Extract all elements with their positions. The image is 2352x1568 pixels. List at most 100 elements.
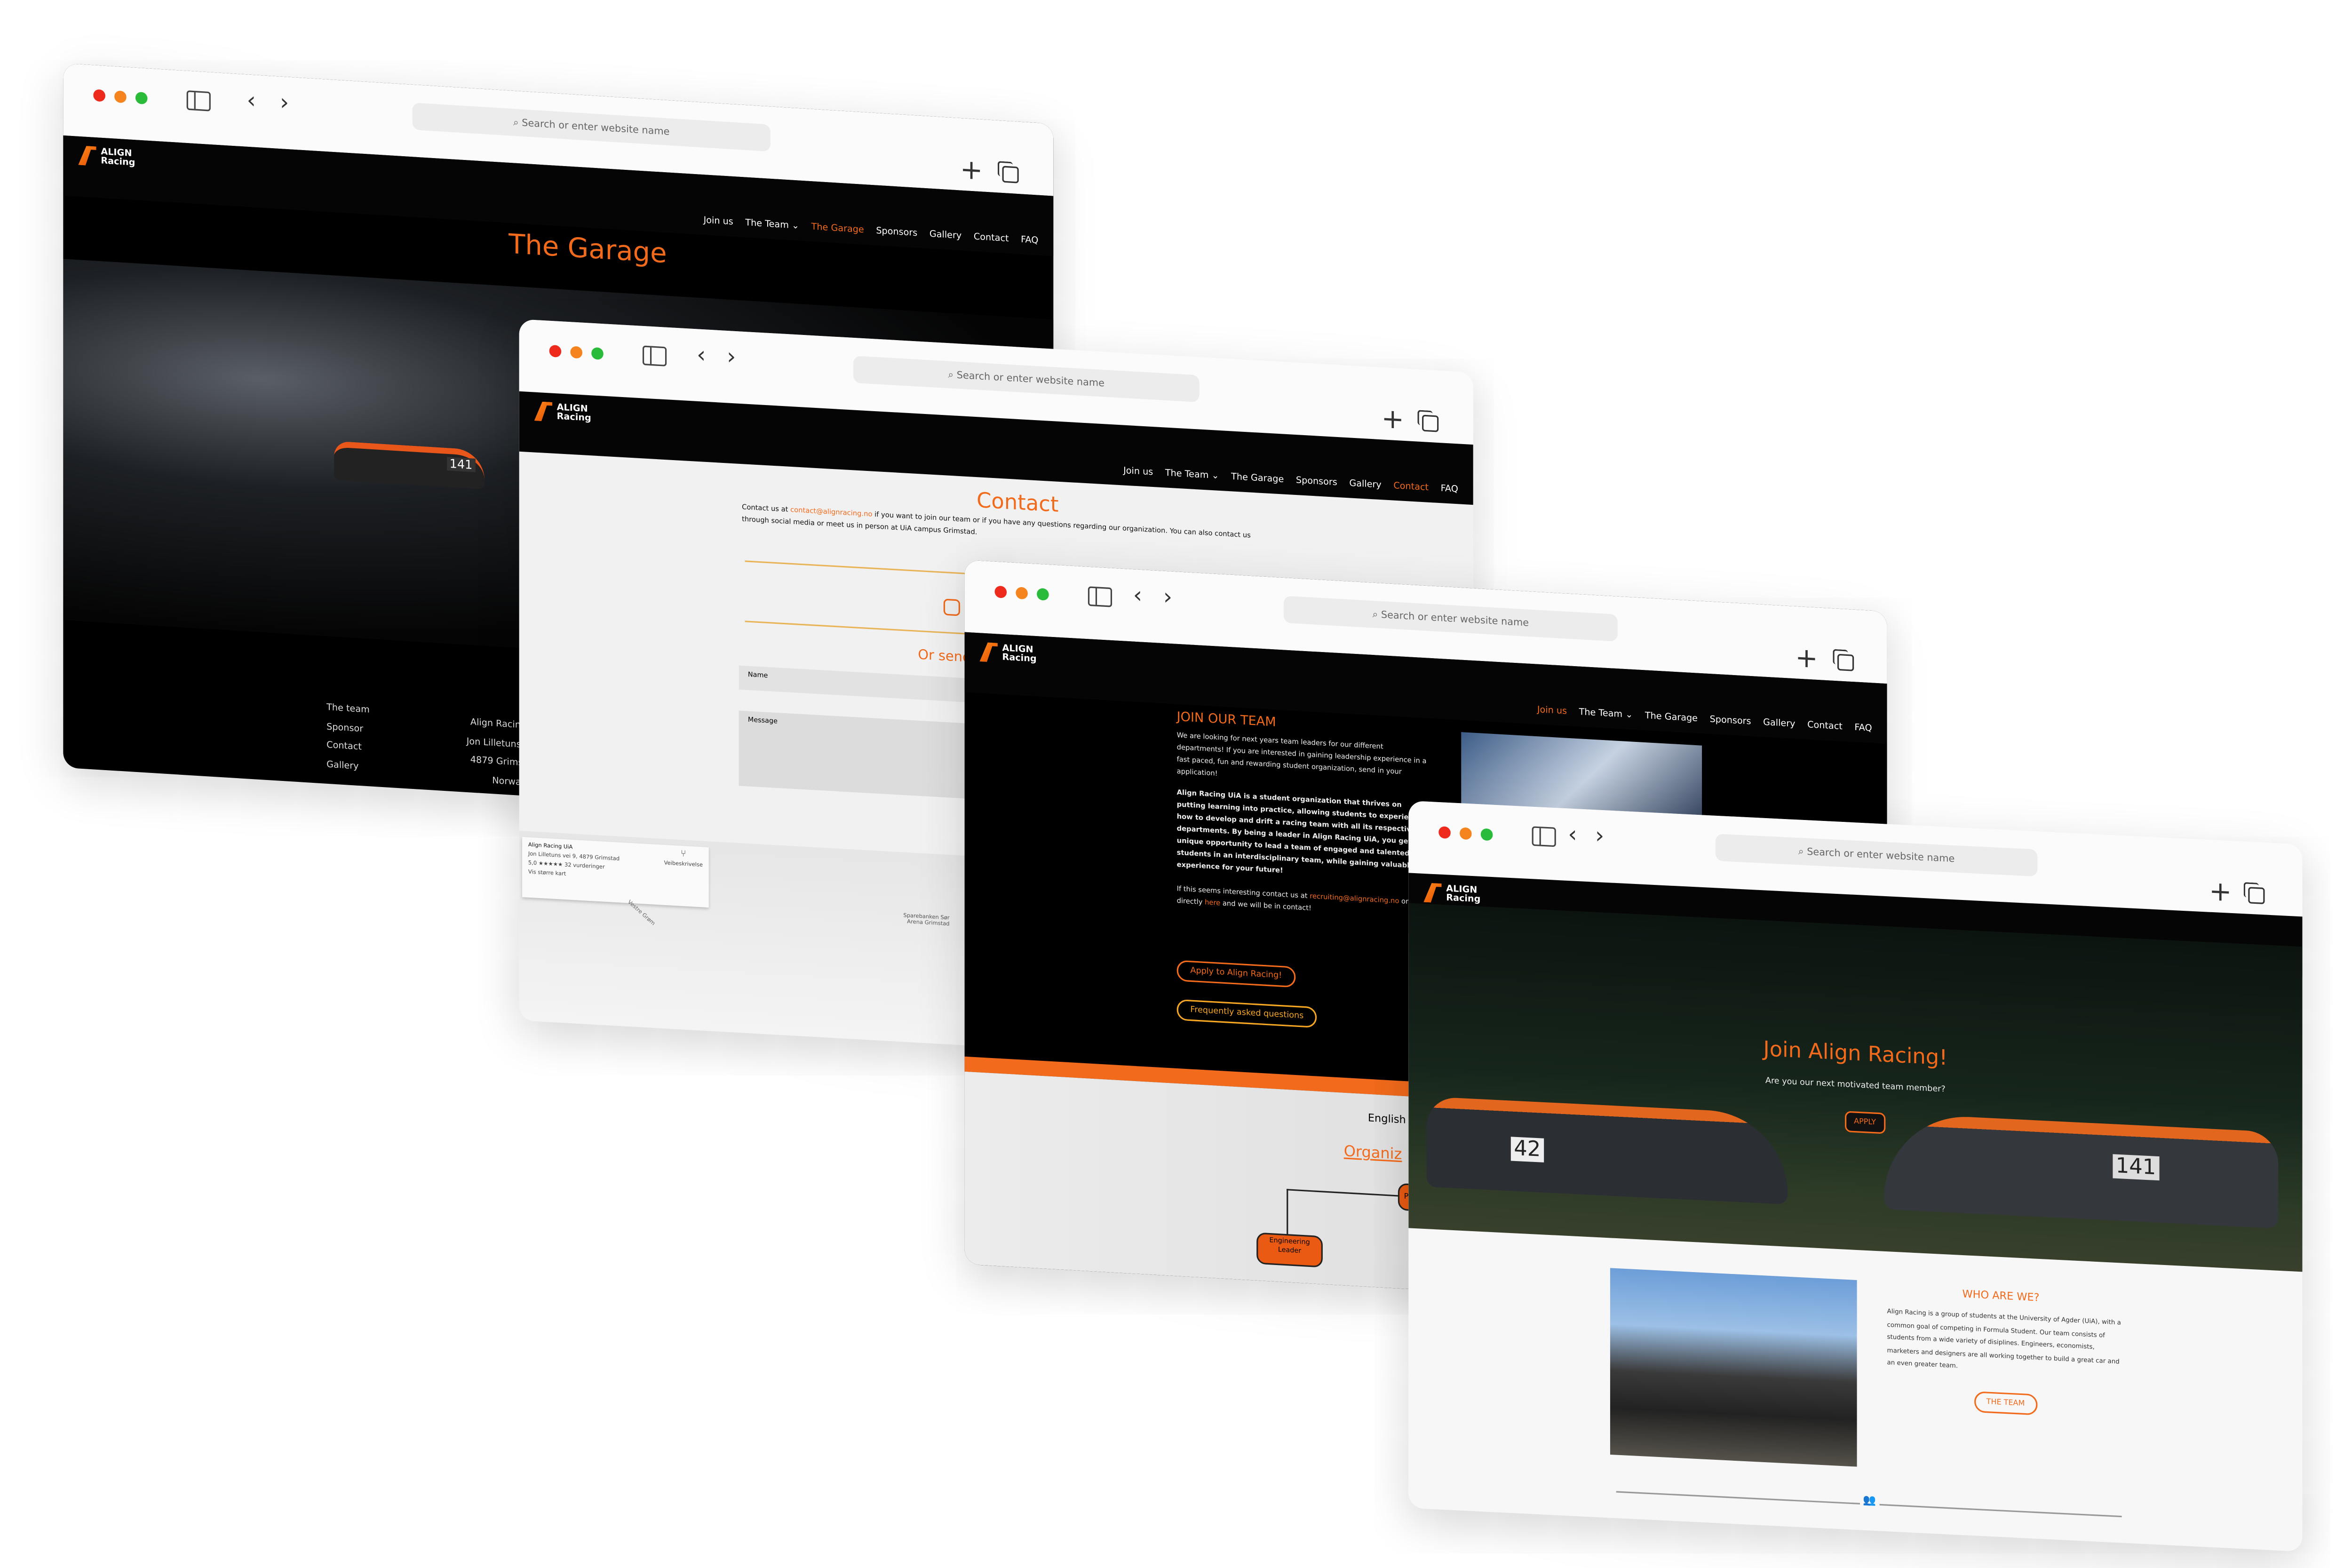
nav-the-team[interactable]: The Team ⌄ — [745, 218, 799, 231]
org-connector — [1287, 1189, 1409, 1242]
forward-icon[interactable]: › — [280, 88, 289, 116]
forward-icon[interactable]: › — [727, 342, 736, 370]
footer-link-sponsor[interactable]: Sponsor — [326, 718, 370, 740]
address-bar[interactable]: ⌕ Search or enter website name — [1715, 834, 2038, 877]
new-tab-icon[interactable]: + — [2209, 876, 2232, 909]
nav-faq[interactable]: FAQ — [1021, 235, 1038, 247]
nav-contact[interactable]: Contact — [1807, 720, 1843, 732]
nav-join-us[interactable]: Join us — [1537, 705, 1567, 717]
nav-the-team[interactable]: The Team ⌄ — [1165, 468, 1219, 482]
org-node-engineering: Engineering Leader — [1256, 1232, 1323, 1268]
logo-mark — [78, 145, 96, 166]
minimize-button[interactable] — [114, 90, 127, 103]
nav-the-garage[interactable]: The Garage — [811, 222, 864, 236]
nav-contact[interactable]: Contact — [1393, 481, 1429, 493]
apply-button[interactable]: Apply to Align Racing! — [1176, 960, 1296, 988]
new-tab-icon[interactable]: + — [1382, 403, 1404, 436]
nav-faq[interactable]: FAQ — [1441, 484, 1458, 495]
forward-icon[interactable]: › — [1163, 583, 1172, 611]
hero-car-right: 141 — [1884, 1113, 2279, 1229]
browser-window-home: ‹ › ⌕ Search or enter website name + ALIG… — [1408, 800, 2303, 1552]
tabs-icon[interactable] — [2248, 887, 2265, 905]
minimize-button[interactable] — [570, 346, 583, 359]
nav-gallery[interactable]: Gallery — [1763, 717, 1795, 730]
footer-links: The team Sponsor Contact Gallery — [326, 700, 370, 778]
contact-email-link[interactable]: contact@alignracing.no — [790, 507, 872, 519]
zoom-button[interactable] — [135, 91, 148, 105]
back-icon[interactable]: ‹ — [697, 341, 706, 369]
tabs-icon[interactable] — [1837, 653, 1854, 671]
nav-join-us[interactable]: Join us — [704, 215, 733, 228]
search-icon: ⌕ — [513, 116, 522, 129]
footer-link-gallery[interactable]: Gallery — [326, 756, 370, 778]
language-selector[interactable]: English — [1368, 1112, 1406, 1126]
the-team-button[interactable]: THE TEAM — [1974, 1391, 2037, 1416]
back-icon[interactable]: ‹ — [1568, 820, 1577, 848]
address-bar[interactable]: ⌕ Search or enter website name — [853, 356, 1200, 402]
nav-gallery[interactable]: Gallery — [1349, 478, 1381, 491]
logo[interactable]: ALIGN Racing — [534, 401, 591, 424]
logo[interactable]: ALIGN Racing — [1423, 883, 1480, 905]
nav-sponsors[interactable]: Sponsors — [1296, 475, 1337, 488]
tabs-icon[interactable] — [1002, 166, 1019, 183]
faq-button[interactable]: Frequently asked questions — [1176, 999, 1318, 1028]
nav-the-garage[interactable]: The Garage — [1231, 472, 1284, 486]
minimize-button[interactable] — [1460, 827, 1472, 840]
close-button[interactable] — [1438, 826, 1451, 839]
nav-sponsors[interactable]: Sponsors — [1710, 715, 1751, 727]
close-button[interactable] — [994, 585, 1007, 598]
directions-icon: ⑂ — [680, 849, 686, 860]
logo-mark — [534, 401, 552, 422]
map-poi[interactable]: Sparebanken Sør Arena Grimstad — [890, 912, 949, 927]
logo[interactable]: ALIGN Racing — [980, 642, 1037, 665]
search-icon: ⌕ — [1798, 845, 1807, 858]
sidebar-icon[interactable] — [186, 90, 211, 111]
nav-join-us[interactable]: Join us — [1123, 466, 1153, 478]
footer-link-team[interactable]: The team — [326, 700, 370, 721]
zoom-button[interactable] — [591, 347, 604, 360]
tabs-icon[interactable] — [1422, 414, 1439, 432]
sidebar-icon[interactable] — [642, 345, 667, 366]
new-tab-icon[interactable]: + — [1795, 643, 1818, 676]
footer-link-contact[interactable]: Contact — [326, 737, 370, 759]
main-nav: Join us The Team ⌄ The Garage Sponsors Galle… — [704, 215, 1039, 247]
directions-button[interactable]: ⑂ Veibeskrivelse — [664, 849, 703, 869]
race-car: 141 — [334, 441, 485, 490]
sidebar-icon[interactable] — [1532, 826, 1556, 847]
zoom-button[interactable] — [1480, 828, 1493, 841]
address-bar[interactable]: ⌕ Search or enter website name — [412, 103, 771, 152]
nav-faq[interactable]: FAQ — [1854, 723, 1872, 734]
back-icon[interactable]: ‹ — [1133, 581, 1142, 609]
nav-gallery[interactable]: Gallery — [930, 229, 961, 242]
nav-the-team[interactable]: The Team ⌄ — [1579, 707, 1633, 721]
org-title: Organiz — [1343, 1144, 1402, 1164]
who-text: Align Racing is a group of students at t… — [1887, 1307, 2121, 1369]
nav-the-garage[interactable]: The Garage — [1645, 711, 1698, 724]
forward-icon[interactable]: › — [1595, 822, 1604, 850]
nav-sponsors[interactable]: Sponsors — [876, 226, 917, 239]
new-tab-icon[interactable]: + — [960, 154, 983, 187]
search-icon: ⌕ — [1372, 608, 1381, 621]
logo[interactable]: ALIGN Racing — [78, 145, 135, 168]
sidebar-icon[interactable] — [1088, 586, 1112, 607]
map-place-card: Align Racing UiA Jon Lilletuns vei 9, 48… — [522, 837, 709, 908]
hero-car-left: 42 — [1426, 1096, 1788, 1205]
zoom-button[interactable] — [1037, 588, 1049, 601]
form-title: Or send — [918, 648, 971, 667]
minimize-button[interactable] — [1016, 587, 1028, 600]
address-bar[interactable]: ⌕ Search or enter website name — [1283, 596, 1618, 642]
recruiting-email-link[interactable]: recruiting@alignracing.no — [1310, 894, 1399, 907]
page-title: Contact — [977, 489, 1059, 518]
join-content: JOIN OUR TEAM We are looking for next ye… — [1177, 710, 1433, 923]
search-icon: ⌕ — [948, 368, 957, 382]
instagram-icon[interactable] — [943, 598, 960, 616]
close-button[interactable] — [93, 89, 105, 102]
hero-apply-button[interactable]: APPLY — [1844, 1111, 1885, 1134]
back-icon[interactable]: ‹ — [247, 87, 256, 114]
who-title: WHO ARE WE? — [1962, 1288, 2040, 1304]
close-button[interactable] — [549, 344, 562, 358]
nav-contact[interactable]: Contact — [974, 232, 1009, 245]
apply-here-link[interactable]: here — [1205, 900, 1220, 908]
hero: 42 141 Join Align Racing! Are you our ne… — [1408, 903, 2303, 1272]
hero-title: Join Align Racing! — [1763, 1037, 1948, 1071]
